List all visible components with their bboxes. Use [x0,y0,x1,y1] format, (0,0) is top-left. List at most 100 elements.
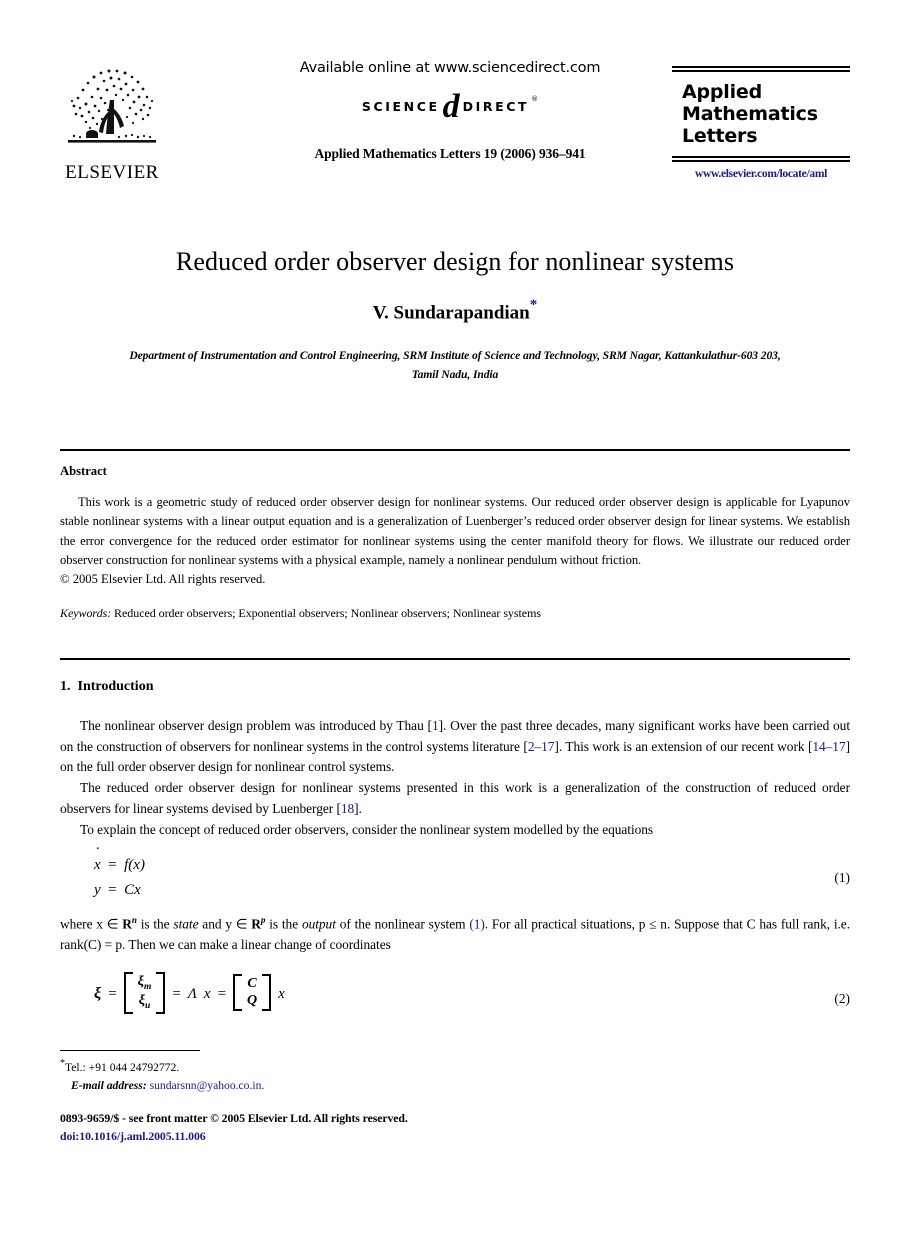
email-period: . [261,1079,265,1093]
elsevier-wordmark: ELSEVIER [65,162,159,183]
abstract-section: Abstract This work is a geometric study … [60,464,850,621]
journal-title-line3: Letters [682,125,758,148]
eq1-rel-2: = [108,881,117,898]
footnote-block: *Tel.: +91 044 24792772. E-mail address:… [60,1056,560,1095]
author-footnote-marker[interactable]: * [530,297,538,313]
sciencedirect-logo: SCIENCE d DIRECT ® [230,88,670,124]
paper-page: ELSEVIER Available online at www.science… [0,0,907,1238]
p2-part-b: ]. [354,800,362,816]
eq2-xi: ξ [94,984,102,1002]
p4-part-a: where x ∈ [60,916,123,932]
eq2-xi-m: ξm [137,973,152,992]
imprint-block: 0893-9659/$ - see front matter © 2005 El… [60,1110,660,1145]
citation-ref-14-17[interactable]: 14–17 [812,739,845,754]
registered-mark-icon: ® [531,95,539,103]
journal-citation-line: Applied Mathematics Letters 19 (2006) 93… [314,146,586,161]
equation-1-block: x = f(x) y = Cx (1) [60,853,850,902]
p4-part-e: of the nonlinear system [335,916,470,932]
eq2-xi-u: ξu [138,992,151,1011]
equation-ref-1[interactable]: (1) [469,916,485,931]
section-heading-introduction: 1. Introduction [60,679,153,695]
email-address-label: E-mail address: [71,1079,147,1093]
eq1-y: y [94,881,101,898]
p4-reals-2: R [251,916,261,932]
sciencedirect-at-glyph: d [442,88,460,125]
eq2-cq-entries: C Q [242,974,262,1011]
eq2-equals-2: = [172,985,181,1002]
equation-1-line-2: y = Cx [94,878,850,902]
eq1-fx: f(x) [124,857,145,874]
eq2-cq-bracket-right [262,974,272,1012]
p1-part-c: ]. This work is an extension of our rece… [554,738,813,754]
doi-link[interactable]: doi:10.1016/j.aml.2005.11.006 [60,1128,660,1146]
footnote-separator-rule [60,1050,200,1051]
abstract-bottom-rule [60,658,850,660]
email-address-link[interactable]: sundarsnn@yahoo.co.in [150,1079,262,1092]
eq2-equals-1: = [108,985,117,1002]
equation-2-body: ξ = ξm ξu = Λx = C Q x [94,971,850,1015]
keywords-values: Reduced order observers; Exponential obs… [111,606,541,621]
eq2-q: Q [247,992,258,1008]
paragraph-2: The reduced order observer design for no… [60,778,850,819]
footnote-tel: Tel.: +91 044 24792772. [65,1060,180,1074]
section-title: Introduction [77,679,154,694]
citation-ref-1[interactable]: 1 [432,718,439,733]
section-number: 1. [60,679,71,694]
eq2-lambda: Λ [187,985,197,1002]
p4-part-c: and y ∈ [198,916,252,932]
journal-title-line2: Mathematics [682,103,818,126]
equation-1-body: x = f(x) y = Cx [94,853,850,902]
abstract-copyright: © 2005 Elsevier Ltd. All rights reserved… [60,572,266,587]
footnote-email-line: E-mail address: sundarsnn@yahoo.co.in. [60,1077,560,1095]
sciencedirect-science-word: SCIENCE [361,98,440,114]
available-online-text: Available online at www.sciencedirect.co… [299,60,601,76]
citation-ref-18[interactable]: 18 [341,801,354,816]
title-block: Reduced order observer design for nonlin… [60,246,850,384]
page-title: Reduced order observer design for nonlin… [175,247,735,276]
p4-state-term: state [173,916,199,932]
p2-part-a: The reduced order observer design for no… [60,780,850,816]
citation-ref-2-17[interactable]: 2–17 [528,739,555,754]
eq1-xdot: x [94,853,101,877]
eq1-rel-1: = [108,857,117,874]
p4-part-d: is the [265,916,302,932]
equation-2-block: ξ = ξm ξu = Λx = C Q x (2) [60,971,850,1025]
p4-reals-1: R [122,916,132,932]
journal-box-bottom-rule [672,156,850,163]
eq1-cx: Cx [124,881,141,898]
eq2-xi-matrix: ξm ξu [123,971,166,1014]
author-line: V. Sundarapandian* [60,297,850,324]
keywords-line: Keywords: Reduced order observers; Expon… [60,606,850,621]
journal-title: Applied Mathematics Letters [672,72,850,156]
abstract-top-rule [60,449,850,451]
footnote-tel-line: *Tel.: +91 044 24792772. [60,1056,560,1077]
keywords-label: Keywords: [60,606,112,621]
journal-logo-box: Applied Mathematics Letters www.elsevier… [672,66,850,180]
p4-output-term: output [301,916,336,932]
paragraph-4: where x ∈ Rn is the state and y ∈ Rp is … [60,913,850,956]
elsevier-tree-icon [64,64,160,162]
eq2-c: C [247,976,257,992]
paragraph-1: The nonlinear observer design problem wa… [60,716,850,778]
abstract-heading: Abstract [60,464,107,478]
journal-homepage-link[interactable]: www.elsevier.com/locate/aml [672,168,850,180]
sciencedirect-block: Available online at www.sciencedirect.co… [230,60,670,162]
sciencedirect-direct-word: DIRECT [462,98,530,114]
affiliation-line-1: Department of Instrumentation and Contro… [129,348,781,362]
eq2-x-2: x [278,985,285,1002]
affiliation-line-2: Tamil Nadu, India [411,367,499,381]
journal-title-line1: Applied [682,81,763,103]
introduction-body: The nonlinear observer design problem wa… [60,716,850,1036]
abstract-text: This work is a geometric study of reduce… [60,495,850,567]
masthead: ELSEVIER Available online at www.science… [60,60,850,205]
elsevier-logo: ELSEVIER [62,64,162,182]
eq2-xi-bracket-right [156,971,166,1014]
affiliation: Department of Instrumentation and Contro… [60,346,850,384]
equation-1-line-1: x = f(x) [94,853,850,877]
eq2-cq-bracket-left [233,974,243,1012]
eq2-xi-bracket-left [123,971,133,1014]
eq2-cq-matrix: C Q [233,974,272,1012]
p4-part-b: is the [136,916,174,932]
p1-part-a: The nonlinear observer design problem wa… [80,718,432,733]
equation-2-number: (2) [834,990,850,1006]
